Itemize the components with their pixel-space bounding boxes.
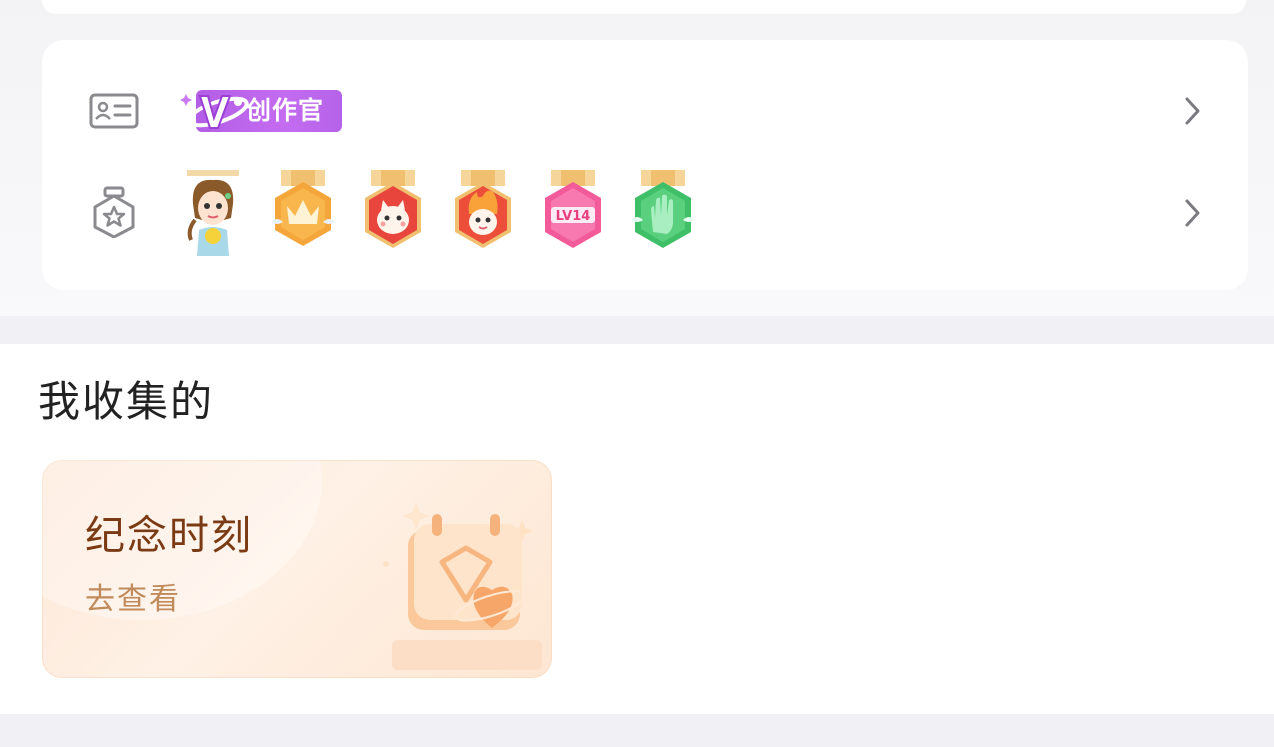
section-title: 我收集的 [38, 377, 215, 426]
creator-identity-row[interactable]: 创作官 [42, 66, 1248, 156]
medal-star-icon [93, 186, 135, 238]
previous-card-edge [42, 0, 1246, 14]
bottom-divider [0, 714, 1274, 747]
id-card-icon [89, 93, 139, 129]
level-badge-text: LV14 [556, 209, 591, 224]
level-badge[interactable]: LV14 [537, 170, 609, 260]
chevron-right-icon[interactable] [1182, 198, 1202, 228]
crown-badge[interactable] [267, 170, 339, 260]
chevron-right-icon[interactable] [1182, 96, 1202, 126]
green-hand-badge[interactable] [627, 170, 699, 260]
calendar-heart-icon [383, 502, 542, 670]
memory-card-title: 纪念时刻 [85, 513, 253, 559]
profile-section: 创作官 LV14 [0, 0, 1274, 316]
memory-card-action[interactable]: 去查看 [85, 580, 181, 620]
badges-row[interactable]: LV14 [42, 168, 1248, 258]
fire-dragon-badge[interactable] [447, 170, 519, 260]
creator-tag: 创作官 [178, 90, 342, 132]
red-cat-badge[interactable] [357, 170, 429, 260]
creator-emblem-icon [180, 94, 249, 129]
girl-avatar-badge[interactable] [177, 170, 249, 260]
collections-section: 我收集的 纪念时刻 去查看 [0, 344, 1274, 714]
memory-moments-card[interactable]: 纪念时刻 去查看 [42, 460, 552, 678]
creator-tag-label: 创作官 [246, 96, 325, 125]
section-divider [0, 316, 1274, 344]
profile-card: 创作官 LV14 [42, 40, 1248, 290]
